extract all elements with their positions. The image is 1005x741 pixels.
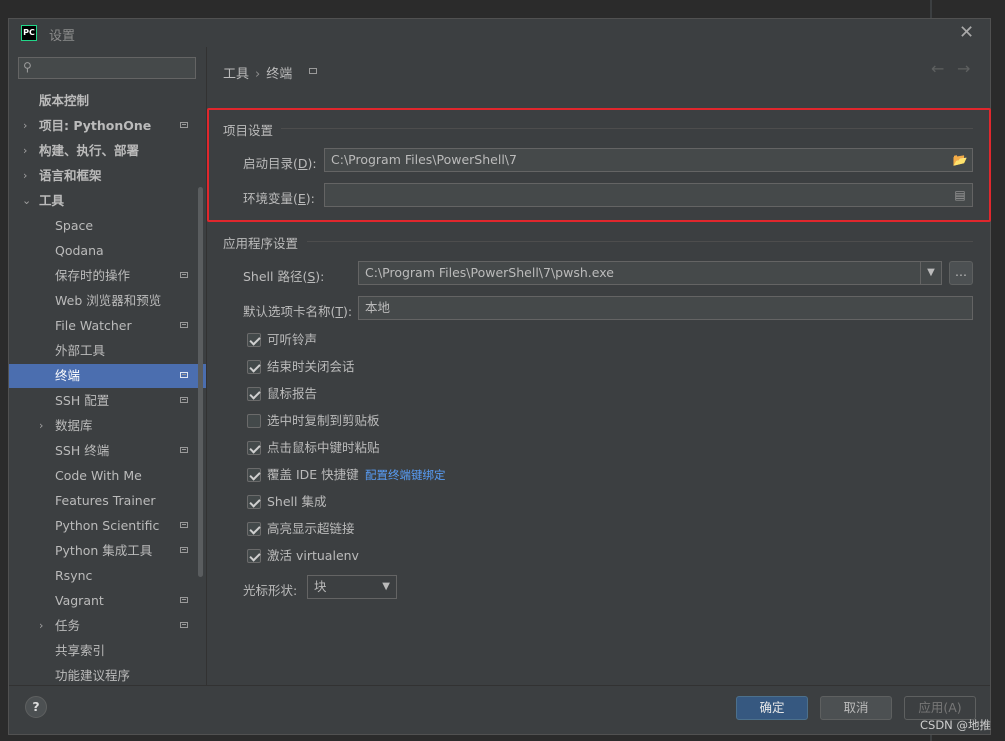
search-icon: ⚲ [23,60,32,74]
chevron-down-icon: ▼ [382,581,390,592]
sidebar-item-features-trainer[interactable]: Features Trainer [9,489,206,513]
sidebar-item-actions-on-save[interactable]: 保存时的操作 [9,264,206,288]
sidebar-item-project[interactable]: › 项目: PythonOne [9,114,206,138]
cursor-shape-select[interactable]: 块 ▼ [307,575,397,599]
tab-name-label: 默认选项卡名称(T): [243,304,353,319]
sidebar-item-tools[interactable]: ⌄ 工具 [9,189,206,213]
chevron-right-icon[interactable]: › [39,414,43,438]
start-dir-field[interactable]: C:\Program Files\PowerShell\7 [324,148,973,172]
cursor-shape-value: 块 [314,579,327,594]
sidebar-item-web-browsers[interactable]: Web 浏览器和预览 [9,289,206,313]
chevron-right-icon[interactable]: › [23,164,27,188]
project-scope-icon [180,322,188,328]
project-scope-icon [180,122,188,128]
sidebar-item-vagrant[interactable]: Vagrant [9,589,206,613]
sidebar-item-tasks[interactable]: › 任务 [9,614,206,638]
checkbox-box[interactable] [247,360,261,374]
dialog-title: 设置 [49,29,76,44]
sidebar-item-external-tools[interactable]: 外部工具 [9,339,206,363]
sidebar-item-ssh-terminal[interactable]: SSH 终端 [9,439,206,463]
app-settings-title: 应用程序设置 [223,236,299,251]
sidebar-scrollbar[interactable] [198,187,203,577]
checkbox-box[interactable] [247,333,261,347]
back-arrow-icon[interactable]: ← [931,59,944,78]
close-icon[interactable]: ✕ [959,22,974,43]
shell-path-field[interactable]: C:\Program Files\PowerShell\7\pwsh.exe [358,261,922,285]
project-scope-icon [180,447,188,453]
start-dir-label: 启动目录(D): [243,156,317,171]
checkbox-box[interactable] [247,414,261,428]
project-scope-icon [180,397,188,403]
watermark: CSDN @地推 [920,718,991,732]
footer-divider [9,685,990,686]
sidebar-item-rsync[interactable]: Rsync [9,564,206,588]
project-scope-icon [180,547,188,553]
cursor-shape-label: 光标形状: [243,583,298,598]
project-scope-icon [180,597,188,603]
sidebar-item-ssh-config[interactable]: SSH 配置 [9,389,206,413]
title-bar: PC 设置 ✕ [9,19,990,47]
search-input[interactable] [41,60,195,77]
help-button[interactable]: ? [25,696,47,718]
sidebar-item-python-integrated-tools[interactable]: Python 集成工具 [9,539,206,563]
sidebar-item-file-watcher[interactable]: File Watcher [9,314,206,338]
breadcrumb-parent[interactable]: 工具 [223,67,249,82]
settings-content: 工具 › 终端 ← → 项目设置 启动目录(D): C:\Program Files… [207,47,991,685]
shell-browse-button[interactable]: ... [949,261,973,285]
project-scope-icon [180,522,188,528]
project-scope-icon [180,272,188,278]
chevron-right-icon[interactable]: › [23,139,27,163]
sidebar-item-shared-indexes[interactable]: 共享索引 [9,639,206,663]
start-dir-value: C:\Program Files\PowerShell\7 [331,152,517,167]
project-scope-icon [309,68,317,74]
breadcrumb: 工具 › 终端 [223,63,292,82]
chevron-down-icon[interactable]: ⌄ [22,189,31,213]
project-scope-icon [180,372,188,378]
project-settings-title: 项目设置 [223,123,274,138]
sidebar-item-feature-suggester[interactable]: 功能建议程序 [9,664,206,685]
sidebar-item-build[interactable]: › 构建、执行、部署 [9,139,206,163]
sidebar-item-languages[interactable]: › 语言和框架 [9,164,206,188]
checkbox-box[interactable] [247,549,261,563]
checkbox-box[interactable] [247,522,261,536]
cancel-button[interactable]: 取消 [820,696,892,720]
breadcrumb-current: 终端 [266,67,293,82]
chevron-right-icon[interactable]: › [39,614,43,638]
checkbox-box[interactable] [247,441,261,455]
breadcrumb-separator: › [255,67,261,82]
checkbox-box[interactable] [247,468,261,482]
settings-dialog: PC 设置 ✕ ⚲ 版本控制 › 项目: PythonOne › 构建、执行、部… [8,18,991,735]
tab-name-value: 本地 [365,300,391,315]
tab-name-field[interactable]: 本地 [358,296,973,320]
shell-path-label: Shell 路径(S): [243,269,325,284]
forward-arrow-icon[interactable]: → [957,59,970,78]
shell-path-value: C:\Program Files\PowerShell\7\pwsh.exe [365,265,614,280]
section-divider [307,241,973,242]
sidebar-item-version-control[interactable]: 版本控制 [9,89,206,113]
checkbox-box[interactable] [247,495,261,509]
sidebar-item-code-with-me[interactable]: Code With Me [9,464,206,488]
settings-search[interactable]: ⚲ [18,57,196,79]
env-vars-label: 环境变量(E): [243,191,315,206]
sidebar-item-qodana[interactable]: Qodana [9,239,206,263]
shell-dropdown-button[interactable]: ▼ [920,261,942,285]
settings-sidebar: ⚲ 版本控制 › 项目: PythonOne › 构建、执行、部署 › 语言和框… [9,47,206,685]
env-vars-field[interactable] [324,183,973,207]
chevron-right-icon[interactable]: › [23,114,27,138]
sidebar-item-database[interactable]: › 数据库 [9,414,206,438]
pycharm-logo-icon: PC [21,25,37,41]
section-divider [281,128,973,129]
sidebar-item-python-scientific[interactable]: Python Scientific [9,514,206,538]
document-icon[interactable]: ▤ [952,188,968,202]
sidebar-item-terminal[interactable]: 终端 [9,364,206,388]
project-scope-icon [180,622,188,628]
ok-button[interactable]: 确定 [736,696,808,720]
configure-keybindings-link[interactable]: 配置终端键绑定 [365,465,446,485]
folder-icon[interactable]: 📂 [952,153,968,167]
sidebar-item-space[interactable]: Space [9,214,206,238]
checkbox-box[interactable] [247,387,261,401]
